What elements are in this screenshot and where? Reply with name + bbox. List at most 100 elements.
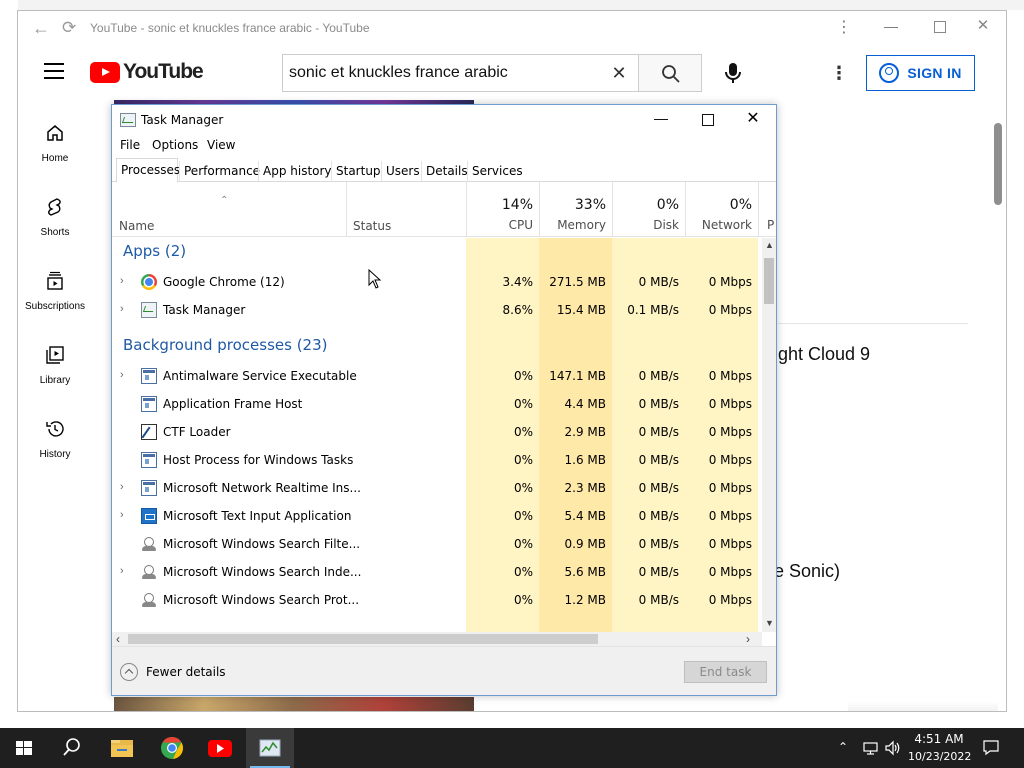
process-row[interactable]: CTF Loader 0% 2.9 MB 0 MB/s 0 Mbps [112, 418, 762, 446]
back-arrow-icon[interactable]: ← [32, 19, 52, 37]
scroll-left-icon[interactable]: ‹ [116, 632, 120, 646]
process-network-value: 0 Mbps [708, 303, 752, 317]
fewer-details-link[interactable]: Fewer details [146, 665, 226, 679]
clock-time[interactable]: 4:51 AM [908, 732, 970, 746]
process-name: Application Frame Host [163, 397, 303, 411]
menu-options[interactable]: Options [152, 138, 198, 152]
process-row[interactable]: › Microsoft Windows Search Inde... 0% 5.6 M… [112, 558, 762, 586]
clear-search-icon[interactable]: ✕ [609, 63, 629, 83]
column-header-network[interactable]: 0% Network [685, 182, 758, 237]
expand-chevron-icon[interactable]: › [120, 369, 124, 381]
process-cpu-value: 0% [513, 481, 533, 495]
tab-users[interactable]: Users [381, 161, 420, 182]
settings-more-icon[interactable]: ⋮ [830, 61, 848, 85]
expand-chevron-icon[interactable]: › [120, 303, 124, 315]
tab-startup[interactable]: Startup [331, 161, 381, 182]
taskbar-youtube[interactable] [196, 728, 244, 768]
youtube-logo[interactable]: YouTube [90, 60, 204, 83]
process-row[interactable]: Host Process for Windows Tasks 0% 1.6 MB 0 … [112, 446, 762, 474]
video-thumbnail-bottom[interactable] [114, 697, 474, 711]
tab-services[interactable]: Services [467, 161, 523, 182]
column-header-name[interactable]: Name [119, 219, 154, 233]
process-name: Host Process for Windows Tasks [163, 453, 354, 467]
show-hidden-icons-chevron[interactable]: ⌃ [838, 740, 848, 754]
menu-hamburger-icon[interactable] [44, 63, 64, 79]
page-scrollbar[interactable] [994, 123, 1002, 205]
window-titlebar: ← ⟳ YouTube - sonic et knuckles france a… [18, 11, 1006, 45]
scroll-thumb[interactable] [764, 258, 774, 304]
network-label: Network [701, 218, 752, 232]
taskbar-search-button[interactable] [48, 728, 96, 768]
process-row[interactable]: › Microsoft Network Realtime Ins... 0% 2.3 … [112, 474, 762, 502]
search-input[interactable] [289, 64, 599, 82]
process-row[interactable]: › Google Chrome (12) 3.4% 271.5 MB 0 MB/s 0 M… [112, 268, 762, 296]
menu-view[interactable]: View [207, 138, 235, 152]
volume-icon[interactable] [884, 740, 902, 756]
expand-chevron-icon[interactable]: › [120, 509, 124, 521]
scroll-down-icon[interactable]: ▼ [765, 618, 774, 628]
process-row[interactable]: › Task Manager 8.6% 15.4 MB 0.1 MB/s 0 Mbps [112, 296, 762, 324]
collapse-chevron-icon[interactable] [120, 663, 138, 681]
taskbar-chrome[interactable] [148, 728, 196, 768]
process-network-value: 0 Mbps [708, 565, 752, 579]
task-manager-menubar: File Options View [112, 135, 776, 157]
tab-performance[interactable]: Performance [179, 161, 260, 182]
disk-total-pct: 0% [656, 197, 679, 213]
scroll-up-icon[interactable]: ▲ [765, 240, 774, 250]
column-header-memory[interactable]: 33% Memory [539, 182, 612, 237]
menu-file[interactable]: File [120, 138, 140, 152]
process-list-horizontal-scrollbar[interactable]: ‹ › [112, 632, 762, 646]
scroll-thumb[interactable] [128, 634, 598, 644]
end-task-button[interactable]: End task [684, 661, 767, 683]
expand-chevron-icon[interactable]: › [120, 481, 124, 493]
process-list-vertical-scrollbar[interactable]: ▲ ▼ [762, 238, 776, 632]
column-header-disk[interactable]: 0% Disk [612, 182, 685, 237]
process-row[interactable]: › Microsoft Text Input Application 0% 5.4 M… [112, 502, 762, 530]
notifications-icon[interactable] [982, 739, 1000, 756]
expand-chevron-icon[interactable]: › [120, 565, 124, 577]
column-header-cpu[interactable]: 14% CPU [466, 182, 539, 237]
process-row[interactable]: Microsoft Windows Search Filte... 0% 0.9 M… [112, 530, 762, 558]
process-cpu-value: 0% [513, 397, 533, 411]
scroll-right-icon[interactable]: › [746, 632, 750, 646]
task-manager-titlebar[interactable]: Task Manager — ✕ [112, 105, 776, 135]
clock-date[interactable]: 10/23/2022 [908, 750, 971, 763]
process-disk-value: 0 MB/s [638, 275, 679, 289]
tab-details[interactable]: Details [421, 161, 468, 182]
maximize-button[interactable] [698, 111, 716, 129]
sidebar-item-subscriptions[interactable]: Subscriptions [18, 259, 92, 323]
column-header-status[interactable]: Status [346, 182, 466, 237]
process-row[interactable]: Microsoft Windows Search Prot... 0% 1.2 MB… [112, 586, 762, 614]
window-minimize-button[interactable]: — [882, 17, 900, 35]
window-maximize-button[interactable] [930, 17, 948, 35]
tab-processes[interactable]: Processes [116, 158, 180, 183]
sidebar-item-home[interactable]: Home [18, 111, 92, 175]
window-close-button[interactable]: ✕ [974, 17, 992, 35]
start-button[interactable] [0, 728, 48, 768]
history-icon [46, 421, 64, 437]
sidebar-item-history[interactable]: History [18, 407, 92, 471]
process-row[interactable]: Application Frame Host 0% 4.4 MB 0 MB/s 0 Mb… [112, 390, 762, 418]
process-row[interactable]: › Antimalware Service Executable 0% 147.1 M… [112, 362, 762, 390]
network-icon[interactable] [862, 740, 880, 756]
close-button[interactable]: ✕ [744, 110, 762, 128]
chrome-icon [161, 737, 184, 759]
minimize-button[interactable]: — [652, 111, 670, 129]
sidebar-item-library[interactable]: Library [18, 333, 92, 397]
sign-in-button[interactable]: SIGN IN [866, 55, 975, 91]
search-icon [63, 738, 80, 756]
microphone-button[interactable] [718, 58, 748, 88]
search-button[interactable] [638, 54, 702, 92]
taskbar-task-manager[interactable] [246, 728, 294, 768]
ctf-icon [141, 424, 157, 440]
window-more-icon[interactable]: ⋮ [836, 19, 852, 37]
video-title-partial[interactable]: e Sonic) [774, 561, 840, 582]
column-header-power[interactable]: P [758, 182, 776, 237]
expand-chevron-icon[interactable]: › [120, 275, 124, 287]
process-memory-value: 5.6 MB [564, 565, 606, 579]
taskbar-file-explorer[interactable] [98, 728, 146, 768]
video-title-partial[interactable]: ight Cloud 9 [774, 344, 870, 365]
tab-app-history[interactable]: App history [258, 161, 332, 182]
reload-icon[interactable]: ⟳ [62, 19, 82, 37]
sidebar-item-shorts[interactable]: Shorts [18, 185, 92, 249]
